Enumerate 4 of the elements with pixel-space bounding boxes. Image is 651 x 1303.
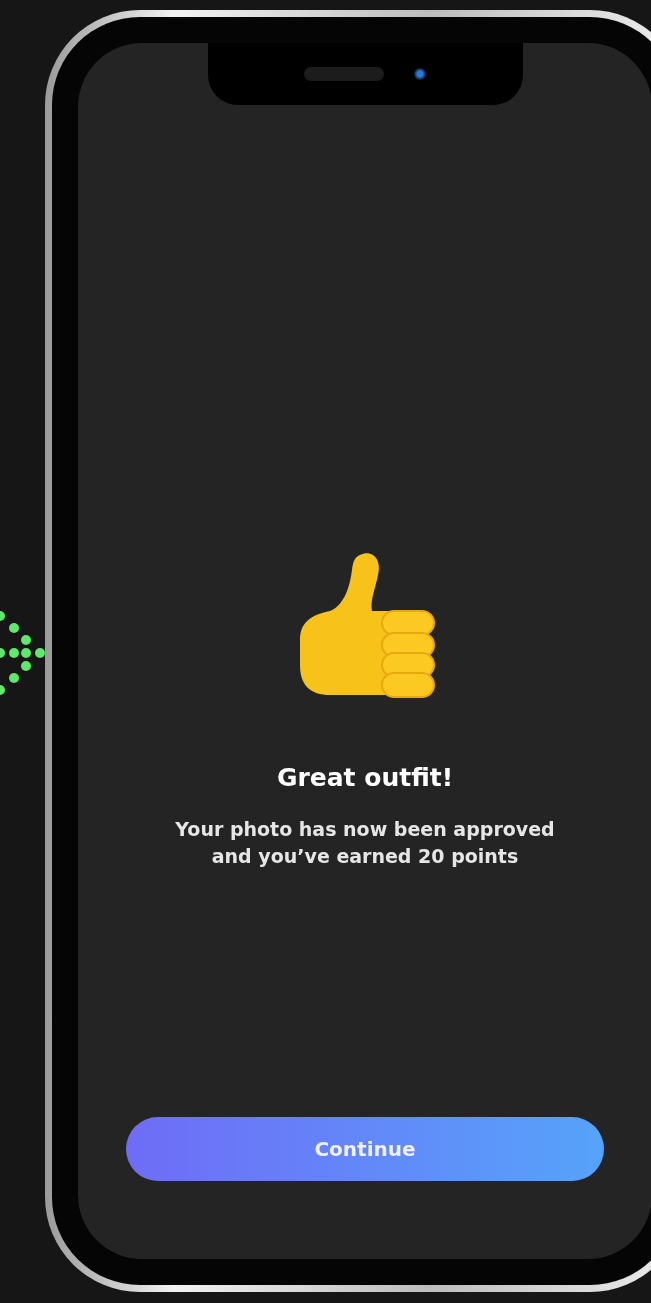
dotted-arrow-icon — [0, 608, 48, 698]
success-title: Great outfit! — [276, 763, 454, 792]
approval-message: Your photo has now been approved and you’ve earned 20 points — [174, 817, 556, 869]
continue-button[interactable]: Continue — [126, 1117, 604, 1181]
